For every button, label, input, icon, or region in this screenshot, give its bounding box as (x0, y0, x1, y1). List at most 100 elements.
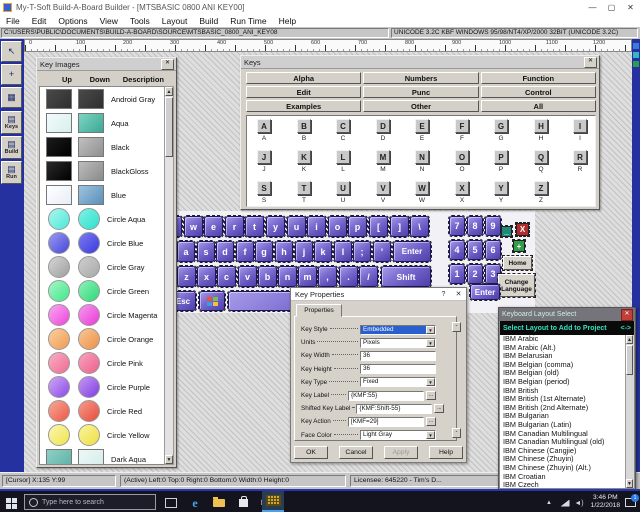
scroll-up-icon[interactable] (633, 43, 639, 49)
key-'[interactable]: ' (373, 241, 391, 262)
key-image-row[interactable]: Circle Yellow (40, 423, 165, 447)
key-v[interactable]: v (238, 266, 257, 287)
key-selection-area[interactable]: AABBCCDDEEFFGGHHIIJJKKLLMMNNOOPPQQRRSSTT… (246, 115, 596, 207)
key-image-row[interactable]: Circle Blue (40, 231, 165, 255)
key-b[interactable]: b (258, 266, 277, 287)
dialog-key-O[interactable]: O (455, 150, 469, 164)
key-/[interactable]: / (359, 266, 378, 287)
key-d[interactable]: d (216, 241, 234, 262)
search-input[interactable]: Type here to search (24, 494, 156, 510)
property-value-field[interactable]: 36 (360, 351, 436, 361)
key-9[interactable]: 9 (485, 216, 501, 236)
key-][interactable]: ] (390, 216, 409, 237)
key-image-row[interactable]: Blue (40, 183, 165, 207)
key-4[interactable]: 4 (449, 240, 465, 260)
key-image-row[interactable]: Black (40, 135, 165, 159)
key-5[interactable]: 5 (467, 240, 483, 260)
dialog-key-G[interactable]: G (494, 119, 508, 133)
key-;[interactable]: ; (353, 241, 371, 262)
cancel-button[interactable]: Cancel (339, 446, 373, 459)
dialog-key-N[interactable]: N (415, 150, 429, 164)
key-y[interactable]: y (266, 216, 285, 237)
key-image-row[interactable]: Circle Gray (40, 255, 165, 279)
key-image-row[interactable]: Circle Purple (40, 375, 165, 399)
help-icon[interactable]: ? (436, 291, 451, 298)
scroll-down-icon[interactable] (633, 61, 639, 67)
close-icon[interactable]: ✕ (584, 57, 597, 68)
scroll-thumb[interactable] (165, 97, 173, 157)
key-image-row[interactable]: Circle Red (40, 399, 165, 423)
key-e[interactable]: e (204, 216, 223, 237)
menu-item[interactable]: Layout (156, 16, 194, 26)
dialog-key-T[interactable]: T (297, 181, 311, 195)
property-value-field[interactable]: Fixed▼ (360, 377, 436, 387)
key-image-row[interactable]: Android Gray (40, 87, 165, 111)
dialog-key-W[interactable]: W (415, 181, 429, 195)
help-button[interactable]: Help (429, 446, 463, 459)
menu-item[interactable]: View (94, 16, 124, 26)
dropdown-arrow-icon[interactable]: ▼ (426, 431, 435, 439)
key-image-row[interactable]: Circle Aqua (40, 207, 165, 231)
dialog-key-R[interactable]: R (573, 150, 587, 164)
ellipsis-button[interactable]: ... (426, 417, 436, 426)
category-button[interactable]: Function (481, 72, 596, 84)
change-language-key[interactable]: Change Language (498, 274, 535, 297)
clock[interactable]: 3:46 PM1/22/2018 (591, 494, 620, 510)
menu-item[interactable]: Run Time (224, 16, 272, 26)
store-icon[interactable] (234, 495, 252, 511)
key-g[interactable]: g (255, 241, 273, 262)
close-icon[interactable]: ✕ (451, 290, 466, 298)
dialog-scroll-down[interactable]: - (452, 428, 461, 438)
tab-properties[interactable]: Properties (296, 304, 342, 317)
key-image-row[interactable]: Circle Green (40, 279, 165, 303)
scroll-thumb[interactable] (626, 345, 633, 375)
layout-list[interactable]: IBM ArabicIBM Arabic (Alt.)IBM Belarusia… (500, 335, 627, 488)
key-2[interactable]: 2 (467, 264, 483, 284)
dialog-key-D[interactable]: D (376, 119, 390, 133)
key-properties-titlebar[interactable]: Key Properties ? ✕ (291, 288, 466, 301)
property-value-field[interactable]: [KMF=29] (348, 417, 424, 427)
keys-dialog-titlebar[interactable]: Keys ✕ (241, 56, 599, 69)
key-t[interactable]: t (245, 216, 264, 237)
action-center-icon[interactable]: 1 (625, 498, 636, 507)
key-\[interactable]: \ (410, 216, 429, 237)
key-c[interactable]: c (217, 266, 236, 287)
maximize-button[interactable]: ▢ (602, 0, 621, 14)
key-images-titlebar[interactable]: Key Images ✕ (37, 58, 176, 71)
key-image-row[interactable]: Circle Orange (40, 327, 165, 351)
keyboard-close-key[interactable]: X (516, 223, 529, 236)
key-images-list[interactable]: Android GrayAquaBlackBlackGlossBlueCircl… (39, 86, 166, 465)
dialog-key-U[interactable]: U (336, 181, 350, 195)
dialog-key-L[interactable]: L (336, 150, 350, 164)
key-h[interactable]: h (275, 241, 293, 262)
key-p[interactable]: p (348, 216, 367, 237)
dropdown-arrow-icon[interactable]: ▼ (426, 326, 435, 334)
scroll-down-icon[interactable]: ▼ (165, 455, 173, 464)
key-a[interactable]: a (177, 241, 195, 262)
key-8[interactable]: 8 (467, 216, 483, 236)
close-icon[interactable]: ✕ (621, 309, 633, 321)
key-.[interactable]: . (339, 266, 358, 287)
close-icon[interactable]: ✕ (161, 59, 174, 70)
pointer-toolbar-button[interactable]: ↖ (1, 41, 22, 62)
dialog-key-P[interactable]: P (494, 150, 508, 164)
keyboard-plus-key[interactable]: + (513, 240, 525, 252)
property-value-field[interactable]: Pixels▼ (360, 338, 436, 348)
category-button[interactable]: Other (363, 100, 478, 112)
key-image-row[interactable]: Circle Magenta (40, 303, 165, 327)
build-toolbar-button[interactable]: ▤Build (1, 136, 22, 159)
category-button[interactable]: Numbers (363, 72, 478, 84)
property-value-field[interactable]: Embedded▼ (360, 325, 436, 335)
key-image-row[interactable]: Dark Aqua (40, 447, 165, 465)
layout-list-item[interactable]: IBM Czech (500, 481, 627, 488)
key-image-row[interactable]: BlackGloss (40, 159, 165, 183)
position-toolbar-button[interactable]: + (1, 64, 22, 85)
dialog-key-H[interactable]: H (534, 119, 548, 133)
start-button[interactable] (6, 498, 17, 509)
dialog-scroll-up[interactable]: - (452, 322, 461, 332)
volume-icon[interactable]: ◄) (570, 495, 588, 511)
category-button[interactable]: Punc (363, 86, 478, 98)
dialog-key-M[interactable]: M (376, 150, 390, 164)
dialog-key-B[interactable]: B (297, 119, 311, 133)
dialog-key-C[interactable]: C (336, 119, 350, 133)
